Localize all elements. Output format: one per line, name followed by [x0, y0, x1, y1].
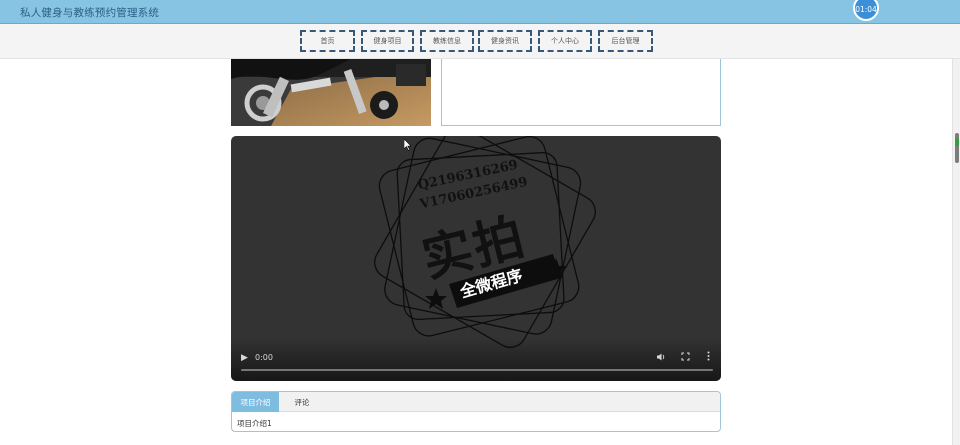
project-info-panel — [441, 59, 721, 126]
more-options-icon[interactable] — [707, 351, 710, 363]
scroll-indicator — [955, 138, 959, 146]
video-progress-bar[interactable] — [241, 369, 713, 371]
timer-badge[interactable]: 01:04 — [853, 0, 879, 21]
fullscreen-icon[interactable] — [681, 352, 690, 363]
nav-fitness-projects[interactable]: 健身项目 — [361, 30, 414, 52]
main-nav: 首页 健身项目 教练信息 健身资讯 个人中心 后台管理 — [0, 24, 960, 59]
nav-personal-center[interactable]: 个人中心 — [538, 30, 592, 52]
nav-fitness-news[interactable]: 健身资讯 — [478, 30, 532, 52]
nav-coach-info[interactable]: 教练信息 — [420, 30, 474, 52]
spin-bike-photo — [231, 59, 431, 126]
project-tabs: 项目介绍 评论 项目介绍1 — [231, 391, 721, 432]
page-scrollbar[interactable] — [952, 59, 960, 445]
tab-comments[interactable]: 评论 — [287, 392, 317, 412]
video-player[interactable]: Q2196316269 V17060256499 实拍 全微程序 ▶ 0:00 — [231, 136, 721, 381]
nav-home[interactable]: 首页 — [300, 30, 355, 52]
play-icon[interactable]: ▶ — [241, 353, 248, 363]
tab-project-intro[interactable]: 项目介绍 — [232, 392, 279, 412]
mouse-cursor-icon — [403, 136, 412, 155]
video-controls: ▶ 0:00 — [231, 337, 721, 381]
nav-admin[interactable]: 后台管理 — [598, 30, 653, 52]
tab-content: 项目介绍1 — [237, 419, 272, 428]
tab-strip: 项目介绍 评论 — [232, 392, 720, 412]
volume-icon[interactable] — [656, 352, 666, 364]
project-image — [231, 59, 431, 126]
site-title: 私人健身与教练预约管理系统 — [20, 7, 160, 19]
top-header-bar: 私人健身与教练预约管理系统 01:04 — [0, 0, 960, 24]
video-time: 0:00 — [255, 353, 273, 362]
